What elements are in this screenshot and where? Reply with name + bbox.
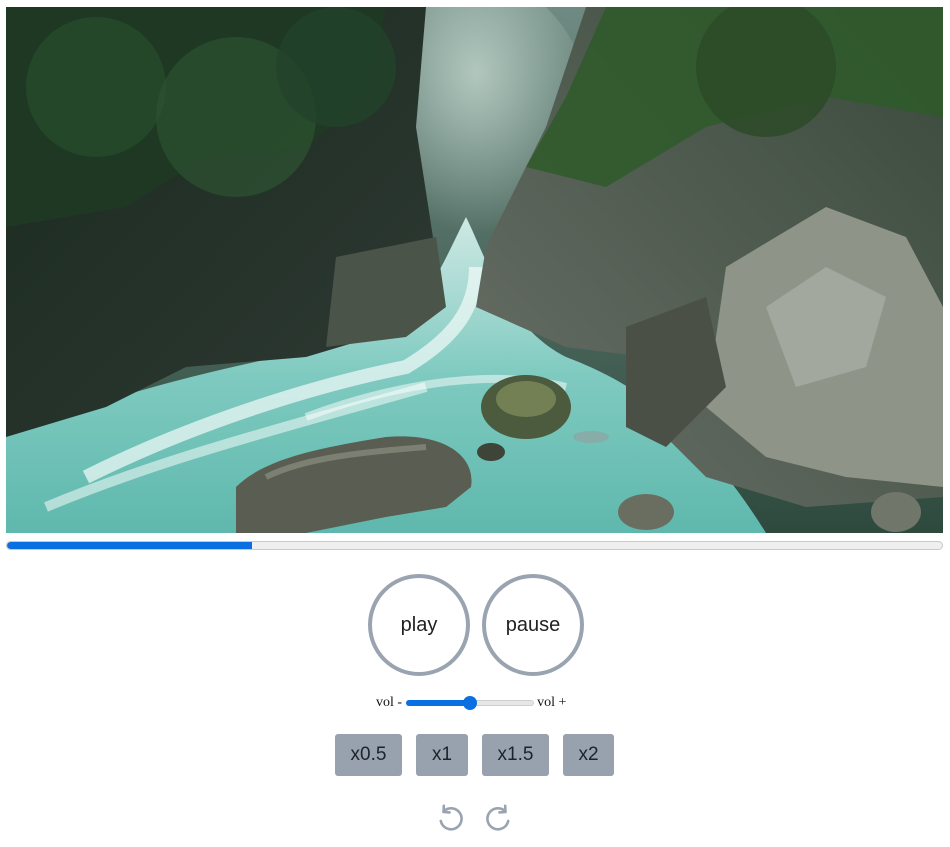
volume-down-label: vol - — [376, 695, 403, 710]
speed-0-5-button[interactable]: x0.5 — [335, 734, 402, 776]
rewind-button[interactable] — [435, 802, 467, 834]
volume-fill — [406, 700, 471, 706]
volume-control: vol - vol + — [376, 693, 566, 713]
volume-thumb[interactable] — [463, 696, 478, 710]
rotate-ccw-icon — [439, 804, 463, 831]
volume-up-label: vol + — [537, 695, 567, 710]
play-button[interactable]: play — [368, 574, 470, 676]
pause-button[interactable]: pause — [482, 574, 584, 676]
speed-2-button[interactable]: x2 — [563, 734, 614, 776]
progress-bar[interactable] — [6, 541, 943, 550]
video-scene — [6, 7, 943, 533]
progress-fill — [7, 542, 252, 549]
video-frame[interactable] — [6, 7, 943, 533]
speed-controls: x0.5 x1 x1.5 x2 — [335, 734, 614, 776]
speed-1-button[interactable]: x1 — [416, 734, 468, 776]
forward-button[interactable] — [482, 802, 514, 834]
video-player: play pause vol - vol + x0.5 x1 x1.5 x2 — [0, 0, 950, 847]
speed-1-5-button[interactable]: x1.5 — [482, 734, 549, 776]
volume-slider[interactable] — [406, 693, 535, 713]
rotate-cw-icon — [486, 804, 510, 831]
